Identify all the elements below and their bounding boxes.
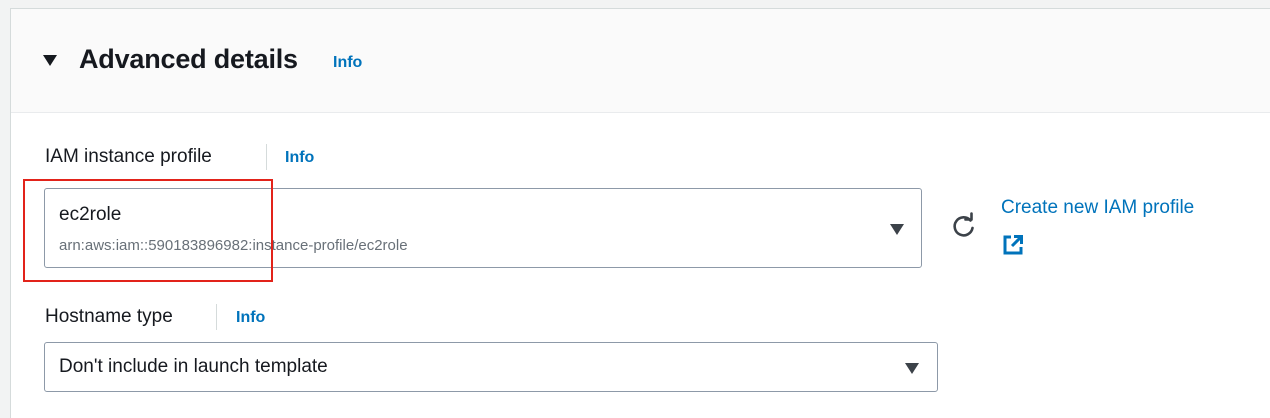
chevron-down-icon — [905, 363, 919, 374]
section-info-link[interactable]: Info — [333, 53, 362, 73]
iam-profile-select[interactable]: ec2role arn:aws:iam::590183896982:instan… — [44, 188, 922, 268]
caret-down-icon[interactable] — [43, 55, 57, 66]
external-link-icon[interactable] — [1002, 234, 1024, 256]
advanced-details-header[interactable]: Advanced details Info — [11, 9, 1270, 113]
hostname-type-info-link[interactable]: Info — [236, 308, 265, 328]
iam-profile-label: IAM instance profile — [45, 146, 212, 167]
iam-profile-selected-name: ec2role — [59, 204, 122, 225]
iam-profile-selected-arn: arn:aws:iam::590183896982:instance-profi… — [59, 237, 408, 254]
hostname-type-label: Hostname type — [45, 306, 173, 327]
iam-profile-info-link[interactable]: Info — [285, 148, 314, 168]
create-iam-profile-link[interactable]: Create new IAM profile — [1001, 196, 1194, 220]
label-divider — [266, 144, 267, 170]
label-divider — [216, 304, 217, 330]
hostname-type-selected-value: Don't include in launch template — [59, 356, 328, 377]
hostname-type-select[interactable]: Don't include in launch template — [44, 342, 938, 392]
section-title: Advanced details — [79, 44, 298, 74]
refresh-icon[interactable] — [948, 210, 980, 242]
chevron-down-icon — [890, 224, 904, 235]
